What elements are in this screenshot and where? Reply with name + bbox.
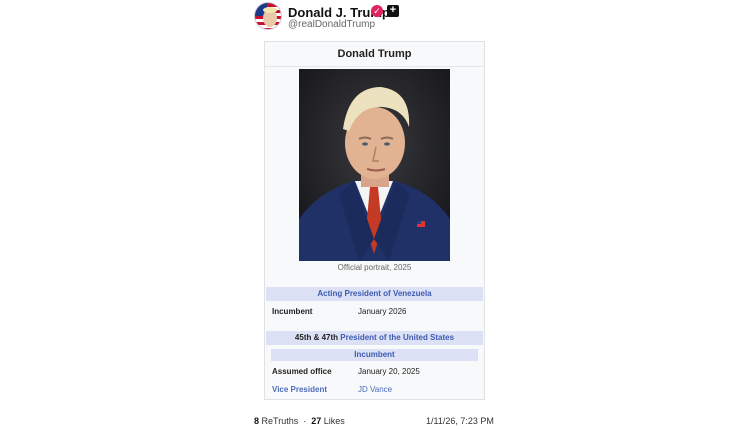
jd-vance-link[interactable]: JD Vance	[358, 385, 392, 394]
post-stats: 8 ReTruths · 27 Likes	[254, 416, 345, 426]
president-us-link[interactable]: President of the United States	[340, 333, 454, 342]
post-timestamp[interactable]: 1/11/26, 7:23 PM	[426, 416, 494, 426]
likes-label[interactable]: Likes	[324, 416, 345, 426]
infobox-image[interactable]: Donald Trump Official portrait, 2025 Act…	[264, 41, 485, 400]
avatar[interactable]	[254, 2, 282, 30]
likes-count[interactable]: 27	[311, 416, 321, 426]
portrait-caption: Official portrait, 2025	[337, 263, 412, 272]
plus-badge-icon: +	[387, 5, 399, 17]
retruths-count[interactable]: 8	[254, 416, 259, 426]
user-handle[interactable]: @realDonaldTrump	[288, 19, 375, 30]
section-us-header: 45th & 47th President of the United Stat…	[266, 331, 483, 345]
incumbent-value: January 2026	[358, 307, 407, 316]
incumbent-subheader: Incumbent	[271, 349, 478, 361]
assumed-office-label: Assumed office	[272, 367, 332, 376]
post-header: Donald J. Trump ✓ + @realDonaldTrump	[254, 2, 574, 32]
section-venezuela-header: Acting President of Venezuela	[266, 287, 483, 301]
vice-president-link[interactable]: Vice President	[272, 385, 327, 394]
verified-check-icon: ✓	[371, 5, 383, 17]
assumed-office-value: January 20, 2025	[358, 367, 420, 376]
section-venezuela-prefix: Acting	[317, 289, 345, 298]
portrait-image	[299, 69, 450, 261]
section-us-prefix: 45th & 47th	[294, 333, 341, 342]
retruths-label[interactable]: ReTruths	[262, 416, 299, 426]
incumbent-label: Incumbent	[272, 307, 313, 316]
infobox-title: Donald Trump	[265, 42, 484, 67]
president-venezuela-link[interactable]: President of Venezuela	[344, 289, 431, 298]
